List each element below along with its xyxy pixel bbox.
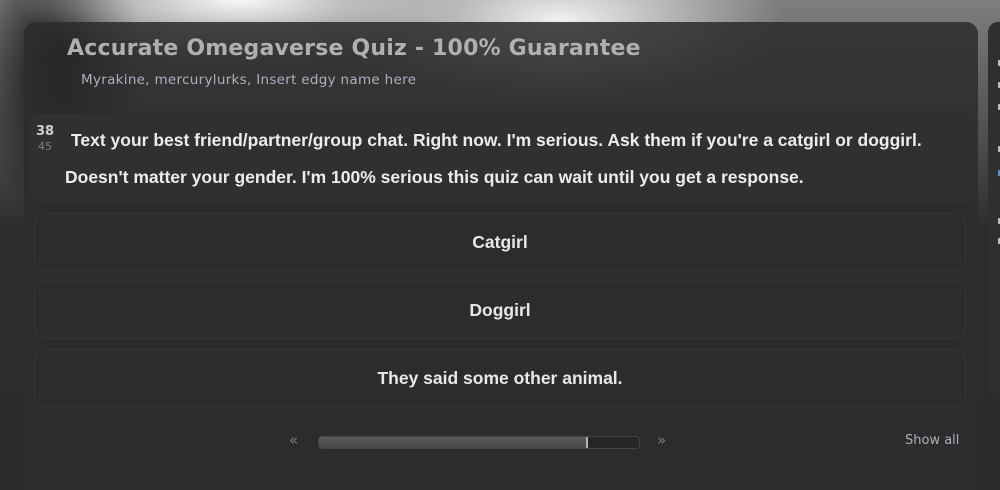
question-total: 45	[38, 139, 52, 153]
question-counter: 38 45	[36, 124, 54, 153]
quiz-panel: Accurate Omegaverse Quiz - 100% Guarante…	[24, 22, 978, 490]
next-page-icon[interactable]: »	[657, 431, 666, 449]
previous-page-icon[interactable]: «	[289, 431, 298, 449]
side-card	[988, 22, 1000, 394]
answer-option-doggirl[interactable]: Doggirl	[34, 281, 966, 339]
answer-option-catgirl[interactable]: Catgirl	[34, 213, 966, 271]
question-number: 38	[36, 124, 55, 139]
show-all-link[interactable]: Show all	[905, 433, 959, 448]
quiz-progress-bar[interactable]	[318, 436, 640, 449]
quiz-authors[interactable]: Myrakine, mercurylurks, Insert edgy name…	[81, 72, 416, 88]
question-text: Text your best friend/partner/group chat…	[65, 130, 922, 187]
question-card: 38 45 Text your best friend/partner/grou…	[29, 114, 973, 203]
quiz-title: Accurate Omegaverse Quiz - 100% Guarante…	[67, 36, 641, 61]
answer-label: They said some other animal.	[377, 367, 623, 388]
quiz-progress-fill	[319, 437, 588, 448]
question-pager: « » Show all	[24, 431, 978, 455]
answer-label: Catgirl	[472, 231, 528, 252]
answer-label: Doggirl	[469, 299, 531, 320]
answer-option-other-animal[interactable]: They said some other animal.	[34, 349, 966, 407]
